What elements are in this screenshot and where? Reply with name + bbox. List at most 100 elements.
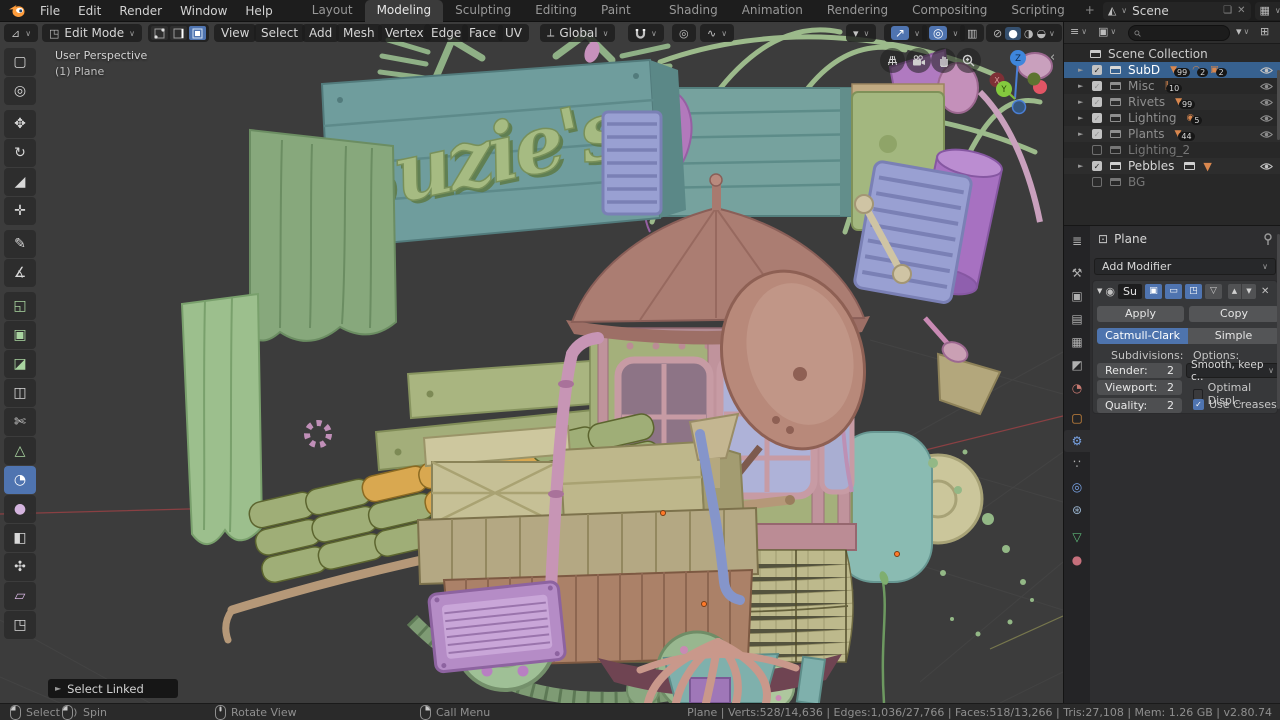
use-creases-checkbox[interactable]: ✓ [1193, 399, 1204, 410]
camera-view-button[interactable] [880, 48, 905, 73]
blender-logo-icon[interactable] [8, 4, 25, 18]
tab-object[interactable]: ▢ [1064, 407, 1090, 429]
tab-view-layer[interactable]: ▦ [1064, 331, 1090, 353]
menu-vertex[interactable]: Vertex [378, 24, 431, 42]
snap-toggle[interactable]: ∨ [628, 24, 664, 42]
expand-icon[interactable]: ► [1078, 66, 1088, 74]
eye-icon[interactable] [1260, 98, 1273, 107]
tab-scripting[interactable]: Scripting [999, 0, 1076, 22]
outliner-item-misc[interactable]: ► ✓ Misc ∥10 [1064, 78, 1280, 94]
proportional-falloff-dropdown[interactable]: ∿ ∨ [700, 24, 735, 42]
modifier-name-field[interactable]: Su [1118, 283, 1142, 299]
move-view-button[interactable] [931, 48, 956, 73]
outliner-display-mode-button[interactable]: ≡ ∨ [1070, 25, 1087, 38]
collection-checkbox[interactable]: ✓ [1092, 97, 1102, 107]
tool-spin[interactable]: ◔ [4, 466, 36, 494]
tool-move[interactable]: ✥ [4, 110, 36, 138]
tab-layout[interactable]: Layout [300, 0, 365, 22]
tool-scale[interactable]: ◢ [4, 168, 36, 196]
menu-add[interactable]: Add [302, 24, 340, 42]
tab-particles[interactable]: ∵ [1064, 453, 1090, 475]
visibility-dropdown[interactable]: ▾ ∨ [846, 24, 877, 42]
eye-icon[interactable] [1260, 114, 1273, 123]
outliner-item-pebbles[interactable]: ► ✓ Pebbles ▼ [1064, 158, 1280, 174]
add-modifier-dropdown[interactable]: Add Modifier ∨ [1094, 258, 1276, 275]
eye-icon[interactable] [1260, 162, 1273, 171]
eye-icon[interactable] [1260, 66, 1273, 75]
outliner-item-lighting-2[interactable]: ► Lighting_2 [1064, 142, 1280, 158]
rendered-shading-button[interactable]: ◒ [1036, 27, 1046, 40]
tool-smooth[interactable]: ● [4, 495, 36, 523]
viewport-area[interactable]: Suzie's Suzie's ⊿ ∨ ◳ Edit Mode ∨ View S… [0, 22, 1063, 703]
tab-shading[interactable]: Shading [657, 0, 730, 22]
menu-render[interactable]: Render [110, 0, 171, 22]
expand-icon[interactable]: ► [1078, 130, 1088, 138]
outliner-root-row[interactable]: Scene Collection [1064, 46, 1280, 62]
mode-selector[interactable]: ◳ Edit Mode ∨ [42, 24, 143, 42]
proportional-editing-toggle[interactable]: ◎ [672, 24, 696, 42]
edge-select-button[interactable] [170, 26, 187, 40]
menu-help[interactable]: Help [236, 0, 281, 22]
modifier-render-toggle[interactable]: ▣ [1144, 283, 1162, 299]
tab-output[interactable]: ▤ [1064, 308, 1090, 330]
menu-window[interactable]: Window [171, 0, 236, 22]
tool-poly-build[interactable]: △ [4, 437, 36, 465]
expand-icon[interactable]: ► [1078, 114, 1088, 122]
outliner-item-bg[interactable]: ► BG [1064, 174, 1280, 190]
tool-select-box[interactable]: ▢ [4, 48, 36, 76]
delete-scene-icon[interactable]: ✕ [1237, 5, 1245, 16]
wireframe-shading-button[interactable]: ⊘ [993, 27, 1002, 40]
axis-ball-neg-z[interactable] [1011, 99, 1027, 115]
tab-world[interactable]: ◔ [1064, 377, 1090, 399]
tab-uv-editing[interactable]: UV Editing [523, 0, 589, 22]
tab-object-data[interactable]: ▽ [1064, 526, 1090, 548]
simple-button[interactable]: Simple [1188, 328, 1279, 344]
zoom-view-button[interactable] [956, 48, 981, 73]
tab-constraints[interactable]: ⊛ [1064, 499, 1090, 521]
shutter-panel[interactable] [601, 110, 663, 216]
tab-compositing[interactable]: Compositing [900, 0, 999, 22]
menu-uv[interactable]: UV [498, 24, 529, 42]
tool-extrude-region[interactable]: ◱ [4, 292, 36, 320]
collection-checkbox[interactable] [1092, 145, 1102, 155]
material-shading-button[interactable]: ◑ [1024, 27, 1034, 40]
outliner-item-subd[interactable]: ► ✓ SubD ▼99 ◠2 ▣2 [1064, 62, 1280, 78]
viewport-canvas[interactable]: Suzie's Suzie's [0, 22, 1063, 703]
modifier-viewport-toggle[interactable]: ▭ [1164, 283, 1182, 299]
eye-icon[interactable] [1260, 130, 1273, 139]
viewport-subdivisions-field[interactable]: Viewport: 2 [1097, 380, 1182, 395]
collection-checkbox[interactable]: ✓ [1092, 113, 1102, 123]
navigation-gizmo[interactable]: X Y Z [980, 46, 1052, 120]
radiator[interactable] [427, 580, 567, 674]
new-scene-icon[interactable]: ❏ [1223, 5, 1232, 16]
apply-button[interactable]: Apply [1097, 306, 1184, 322]
menu-file[interactable]: File [31, 0, 69, 22]
outliner-item-plants[interactable]: ► ✓ Plants ▼44 [1064, 126, 1280, 142]
tool-rip-region[interactable]: ◳ [4, 611, 36, 639]
tool-measure[interactable]: ∡ [4, 259, 36, 287]
tool-inset-faces[interactable]: ▣ [4, 321, 36, 349]
tool-shear[interactable]: ▱ [4, 582, 36, 610]
properties-editor-type-button[interactable]: ≣ [1064, 230, 1090, 252]
transform-orientation-dropdown[interactable]: ⟂ Global ∨ [540, 24, 616, 42]
tool-shrink-fatten[interactable]: ✣ [4, 553, 36, 581]
xray-toggle[interactable]: ▥ [960, 24, 985, 42]
scene-selector[interactable]: ◭ ∨ Scene ❏ ✕ [1102, 1, 1251, 20]
modifier-cage-toggle[interactable]: ▽ [1204, 283, 1222, 299]
add-workspace-button[interactable]: + [1077, 0, 1103, 22]
quality-field[interactable]: Quality: 2 [1097, 398, 1182, 413]
eye-icon[interactable] [1260, 82, 1273, 91]
modifier-move-down-button[interactable]: ▼ [1241, 283, 1256, 299]
tool-annotate[interactable]: ✎ [4, 230, 36, 258]
operator-panel-select-linked[interactable]: ► Select Linked [48, 679, 178, 698]
tool-bevel[interactable]: ◪ [4, 350, 36, 378]
pin-icon[interactable] [1263, 233, 1273, 248]
axis-ball-neg-y[interactable] [1027, 72, 1041, 86]
collection-checkbox[interactable] [1092, 177, 1102, 187]
face-select-button[interactable] [189, 26, 206, 40]
tool-transform[interactable]: ✛ [4, 197, 36, 225]
expand-icon[interactable]: ► [1078, 162, 1088, 170]
tab-texture-paint[interactable]: Texture Paint [589, 0, 657, 22]
collection-checkbox[interactable]: ✓ [1092, 81, 1102, 91]
tab-render[interactable]: ▣ [1064, 285, 1090, 307]
